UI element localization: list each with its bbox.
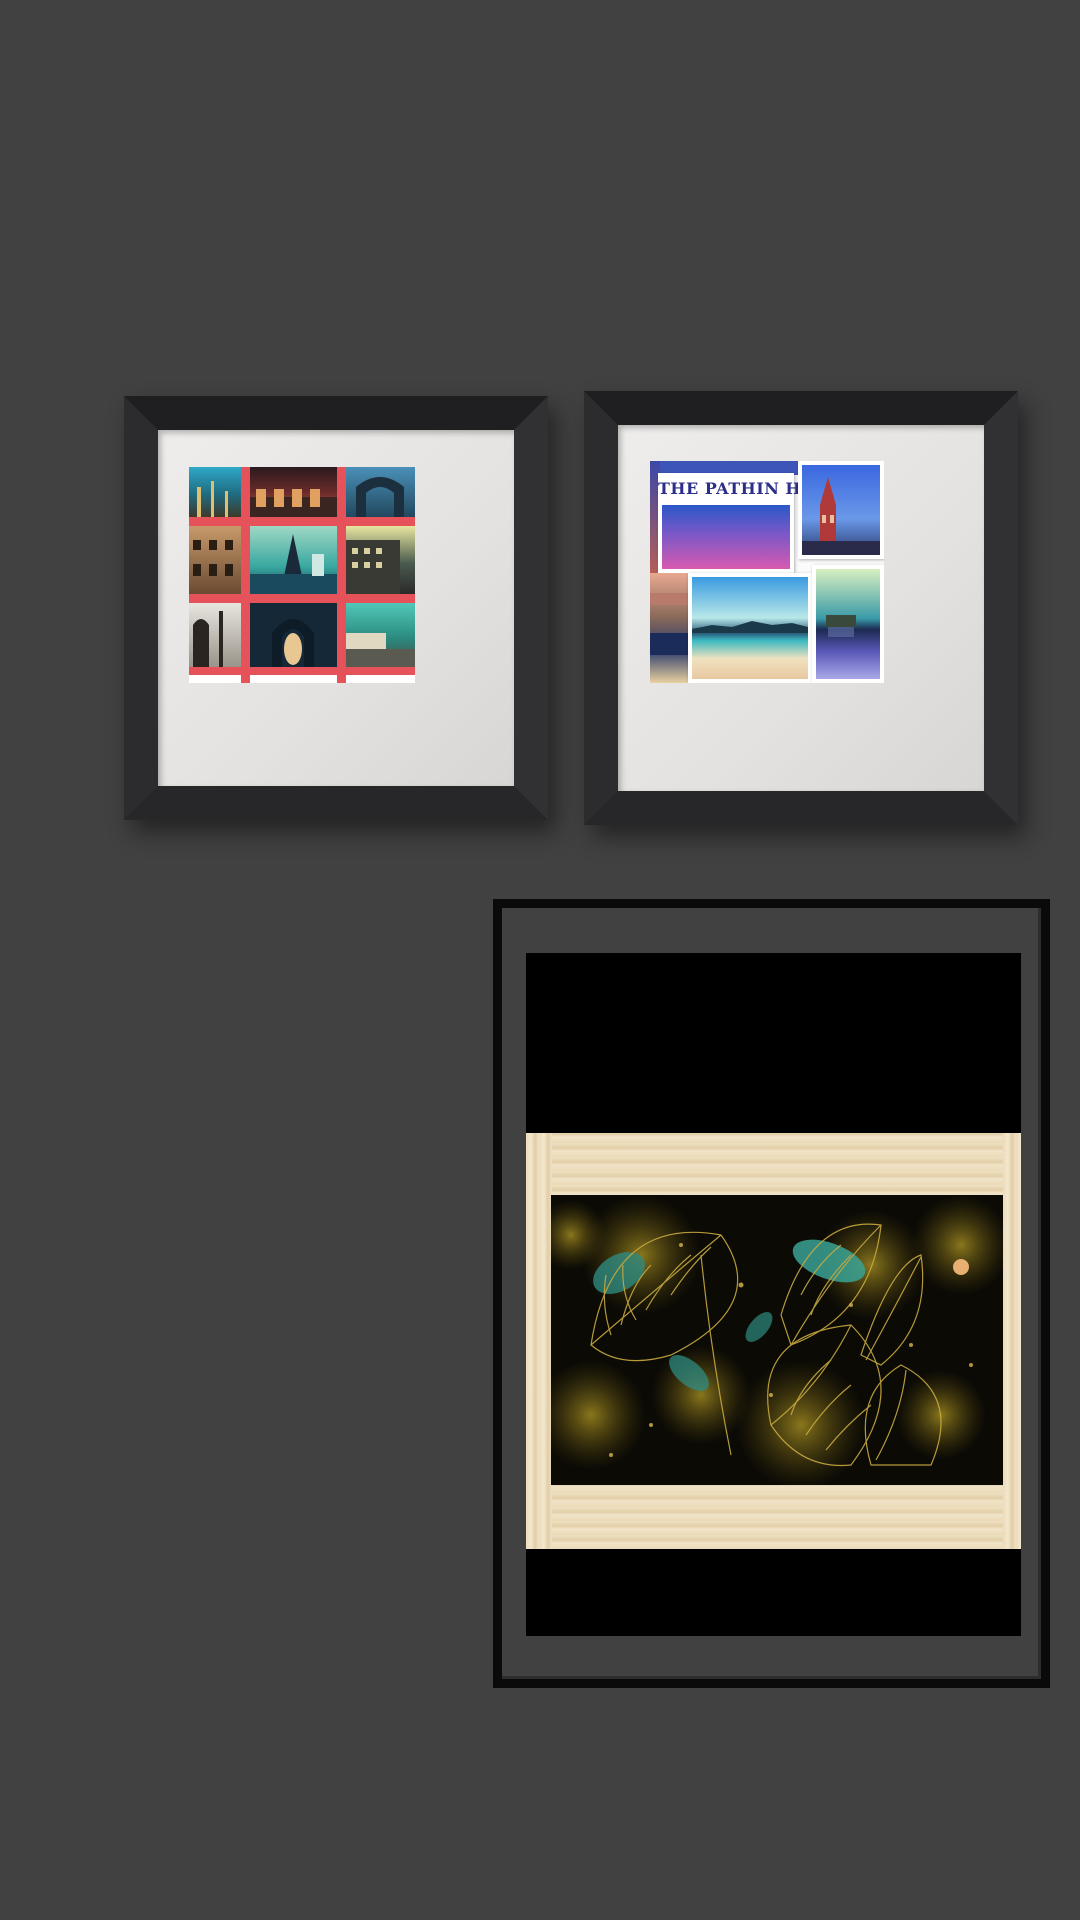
collage-photo bbox=[250, 603, 337, 667]
wood-frame-right-edge bbox=[1003, 1133, 1021, 1549]
gallery-wall: THE PATHIN HIGHT bbox=[0, 0, 1080, 1920]
city-collage bbox=[189, 467, 415, 683]
polaroid-photo bbox=[688, 573, 812, 683]
leaf-illustration bbox=[551, 1195, 1003, 1485]
polaroid-photo bbox=[812, 565, 884, 683]
collage-photo bbox=[346, 467, 415, 517]
collage-photo bbox=[189, 603, 241, 667]
travel-collage: THE PATHIN HIGHT bbox=[650, 461, 884, 683]
golden-leaf-artwork bbox=[551, 1195, 1003, 1485]
travel-collage-artwork: THE PATHIN HIGHT bbox=[650, 461, 884, 683]
collage-photo bbox=[189, 526, 241, 594]
collage-photo bbox=[650, 573, 688, 683]
collage-photo bbox=[346, 603, 415, 667]
collage-photo bbox=[346, 526, 415, 594]
collage-photo bbox=[189, 467, 241, 517]
wood-frame-left-edge bbox=[526, 1133, 552, 1549]
collage-photo bbox=[250, 467, 337, 517]
collage-photo bbox=[250, 526, 337, 594]
city-collage-artwork bbox=[189, 467, 415, 683]
polaroid-photo bbox=[798, 461, 884, 559]
